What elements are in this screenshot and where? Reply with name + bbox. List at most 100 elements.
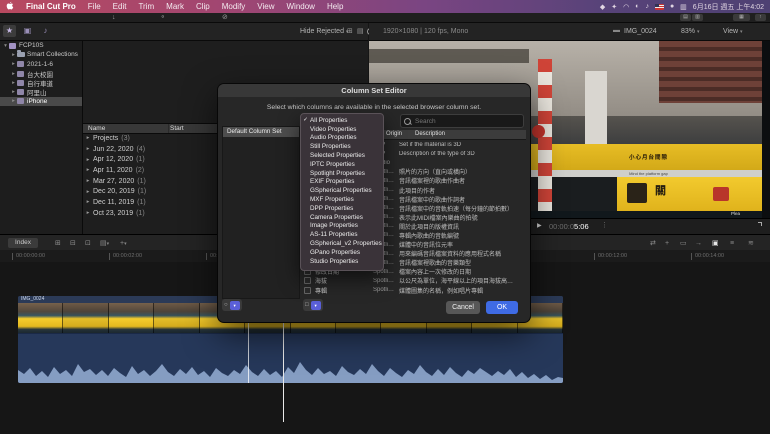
clip-appearance-icon[interactable]: ⊞ bbox=[347, 27, 353, 35]
display-icon[interactable]: ◆ bbox=[600, 3, 605, 11]
ok-button[interactable]: OK bbox=[486, 301, 518, 314]
checkbox[interactable] bbox=[304, 277, 311, 284]
sidebar-tab-music[interactable]: ♪ bbox=[39, 25, 52, 37]
property-row-album[interactable]: 專輯Spotli…媒體圖集的名稱，例如唱片專輯 bbox=[300, 286, 526, 295]
menu-edit[interactable]: Edit bbox=[113, 2, 127, 11]
play-button[interactable]: ▶ bbox=[537, 222, 542, 229]
menu-window[interactable]: Window bbox=[287, 2, 315, 11]
menu-trim[interactable]: Trim bbox=[138, 2, 154, 11]
disclosure-icon[interactable]: ▸ bbox=[10, 80, 17, 86]
menu-item-audio-properties[interactable]: Audio Properties bbox=[301, 134, 383, 143]
clip-appearance-button[interactable]: ▣ bbox=[712, 239, 719, 248]
menu-item-still-properties[interactable]: Still Properties bbox=[301, 142, 383, 151]
menu-item-gspherical-v2-properties[interactable]: GSpherical_v2 Properties bbox=[301, 239, 383, 248]
timeline-zoom-icon[interactable]: ≋ bbox=[748, 239, 754, 248]
disclosure-icon[interactable]: ▸ bbox=[10, 61, 17, 67]
menu-item-iptc-properties[interactable]: IPTC Properties bbox=[301, 160, 383, 169]
menu-item-all-properties[interactable]: ✓All Properties bbox=[301, 116, 383, 125]
tools-popup-icon[interactable]: +▾ bbox=[120, 239, 127, 249]
viewer-view-popup[interactable]: View ▾ bbox=[723, 28, 743, 35]
menu-item-gspherical-properties[interactable]: GSpherical Properties bbox=[301, 186, 383, 195]
menu-view[interactable]: View bbox=[257, 2, 274, 11]
sidebar-library-fcp10s[interactable]: ▾ FCP10S bbox=[0, 41, 82, 50]
popup-chevron-icon[interactable]: ▾ bbox=[311, 301, 321, 310]
column-header-origin[interactable]: Origin bbox=[386, 131, 402, 137]
search-input[interactable] bbox=[413, 115, 523, 127]
checkbox[interactable] bbox=[304, 287, 311, 294]
sidebar-item-alishan[interactable]: ▸ 阿里山 bbox=[0, 87, 82, 96]
menu-item-exif-properties[interactable]: EXIF Properties bbox=[301, 178, 383, 187]
sidebar-item-smart-collections[interactable]: ▸ Smart Collections bbox=[0, 50, 82, 59]
disclosure-open-icon[interactable]: ▾ bbox=[2, 43, 9, 49]
keyword-editor-icon[interactable]: ⚬ bbox=[160, 13, 166, 22]
disclosure-icon[interactable]: ▸ bbox=[10, 98, 17, 104]
menu-modify[interactable]: Modify bbox=[222, 2, 246, 11]
share-icon[interactable]: ↑ bbox=[755, 14, 766, 21]
snapping-icon[interactable]: + bbox=[665, 239, 669, 248]
menu-app-name[interactable]: Final Cut Pro bbox=[26, 2, 76, 11]
column-divider[interactable] bbox=[168, 124, 169, 133]
wifi-icon[interactable]: ◠ bbox=[623, 3, 629, 11]
apple-menu[interactable] bbox=[6, 1, 14, 12]
column-header-start[interactable]: Start bbox=[170, 125, 184, 132]
connect-clip-icon[interactable]: ⊞ bbox=[55, 239, 61, 248]
column-header-name[interactable]: Name bbox=[88, 125, 105, 132]
column-header-description[interactable]: Description bbox=[415, 131, 445, 137]
menu-item-as11-properties[interactable]: AS-11 Properties bbox=[301, 230, 383, 239]
disclosure-icon[interactable]: ▸ bbox=[10, 52, 17, 58]
menu-item-image-properties[interactable]: Image Properties bbox=[301, 222, 383, 231]
sidebar-tab-libraries[interactable]: ★ bbox=[3, 25, 16, 37]
settings-icon[interactable]: ✦ bbox=[611, 3, 617, 11]
menu-clip[interactable]: Clip bbox=[196, 2, 210, 11]
property-row-altitude[interactable]: 海拔Spotli…以公尺為單位，海平線以上的項目海拔高… bbox=[300, 276, 526, 285]
menu-item-mxf-properties[interactable]: MXF Properties bbox=[301, 195, 383, 204]
dialog-search-field[interactable] bbox=[400, 114, 524, 128]
menu-item-spotlight-properties[interactable]: Spotlight Properties bbox=[301, 169, 383, 178]
library-icon bbox=[9, 43, 16, 49]
input-source-flag-icon[interactable] bbox=[655, 4, 664, 10]
show-inspector-toggle[interactable]: ▦ bbox=[733, 14, 750, 21]
disclosure-icon[interactable]: ▸ bbox=[10, 71, 17, 77]
menu-item-selected-properties[interactable]: Selected Properties bbox=[301, 151, 383, 160]
trim-icon[interactable]: ⇄ bbox=[650, 239, 656, 248]
list-view-icon[interactable]: ▤ bbox=[357, 27, 364, 35]
sidebar-item-bike-path[interactable]: ▸ 自行車道 bbox=[0, 78, 82, 87]
volume-icon[interactable]: ♪ bbox=[645, 3, 649, 10]
background-tasks-icon[interactable]: ⊘ bbox=[222, 13, 228, 22]
menu-mark[interactable]: Mark bbox=[166, 2, 184, 11]
menu-help[interactable]: Help bbox=[327, 2, 343, 11]
menu-item-video-properties[interactable]: Video Properties bbox=[301, 125, 383, 134]
skimming-icon[interactable]: → bbox=[695, 239, 702, 248]
menu-item-camera-properties[interactable]: Camera Properties bbox=[301, 213, 383, 222]
overwrite-clip-icon[interactable]: ▤▾ bbox=[100, 239, 109, 249]
show-browser-toggle[interactable]: ▤ bbox=[680, 14, 691, 21]
spotlight-search-icon[interactable]: ● bbox=[670, 3, 674, 10]
solo-icon[interactable]: ▭ bbox=[680, 239, 687, 248]
cancel-button[interactable]: Cancel bbox=[446, 301, 480, 314]
menu-item-dpp-properties[interactable]: DPP Properties bbox=[301, 204, 383, 213]
timeline-index-icon[interactable]: ≡ bbox=[730, 239, 734, 248]
menu-item-gpano-properties[interactable]: GPano Properties bbox=[301, 248, 383, 257]
viewer-zoom-popup[interactable]: 83% ▾ bbox=[681, 28, 699, 35]
append-clip-icon[interactable]: ⊡ bbox=[85, 239, 91, 248]
insert-clip-icon[interactable]: ⊟ bbox=[70, 239, 76, 248]
sidebar-item-2021-1-6[interactable]: ▸ 2021-1-6 bbox=[0, 60, 82, 69]
index-button[interactable]: Index bbox=[8, 238, 38, 248]
sidebar-tab-photos[interactable]: ▣ bbox=[21, 25, 34, 37]
disclosure-icon[interactable]: ▸ bbox=[10, 89, 17, 95]
timecode-menu-icon[interactable]: ⋮ bbox=[601, 221, 608, 229]
menu-clock[interactable]: 6月16日 週五 上午4:02 bbox=[693, 2, 764, 12]
popup-chevron-icon[interactable]: ▾ bbox=[230, 301, 240, 310]
sidebar-item-ntu-campus[interactable]: ▸ 台大校園 bbox=[0, 69, 82, 78]
show-timeline-toggle[interactable]: ▥ bbox=[692, 14, 703, 21]
import-media-icon[interactable]: ↓ bbox=[112, 13, 116, 22]
fullscreen-icon[interactable] bbox=[755, 222, 762, 229]
browser-toolbar: ★ ▣ ♪ Hide Rejected ▾ ⊞ ▤ bbox=[0, 23, 368, 41]
bluetooth-icon[interactable]: ◐ bbox=[635, 3, 639, 10]
menu-item-studio-properties[interactable]: Studio Properties bbox=[301, 257, 383, 266]
column-set-row-default[interactable]: Default Column Set bbox=[223, 127, 299, 137]
sidebar-item-iphone[interactable]: ▸ iPhone bbox=[0, 97, 82, 106]
filter-popup[interactable]: Hide Rejected ▾ bbox=[300, 28, 348, 35]
menu-file[interactable]: File bbox=[88, 2, 101, 11]
control-center-icon[interactable]: ▥ bbox=[680, 3, 687, 11]
